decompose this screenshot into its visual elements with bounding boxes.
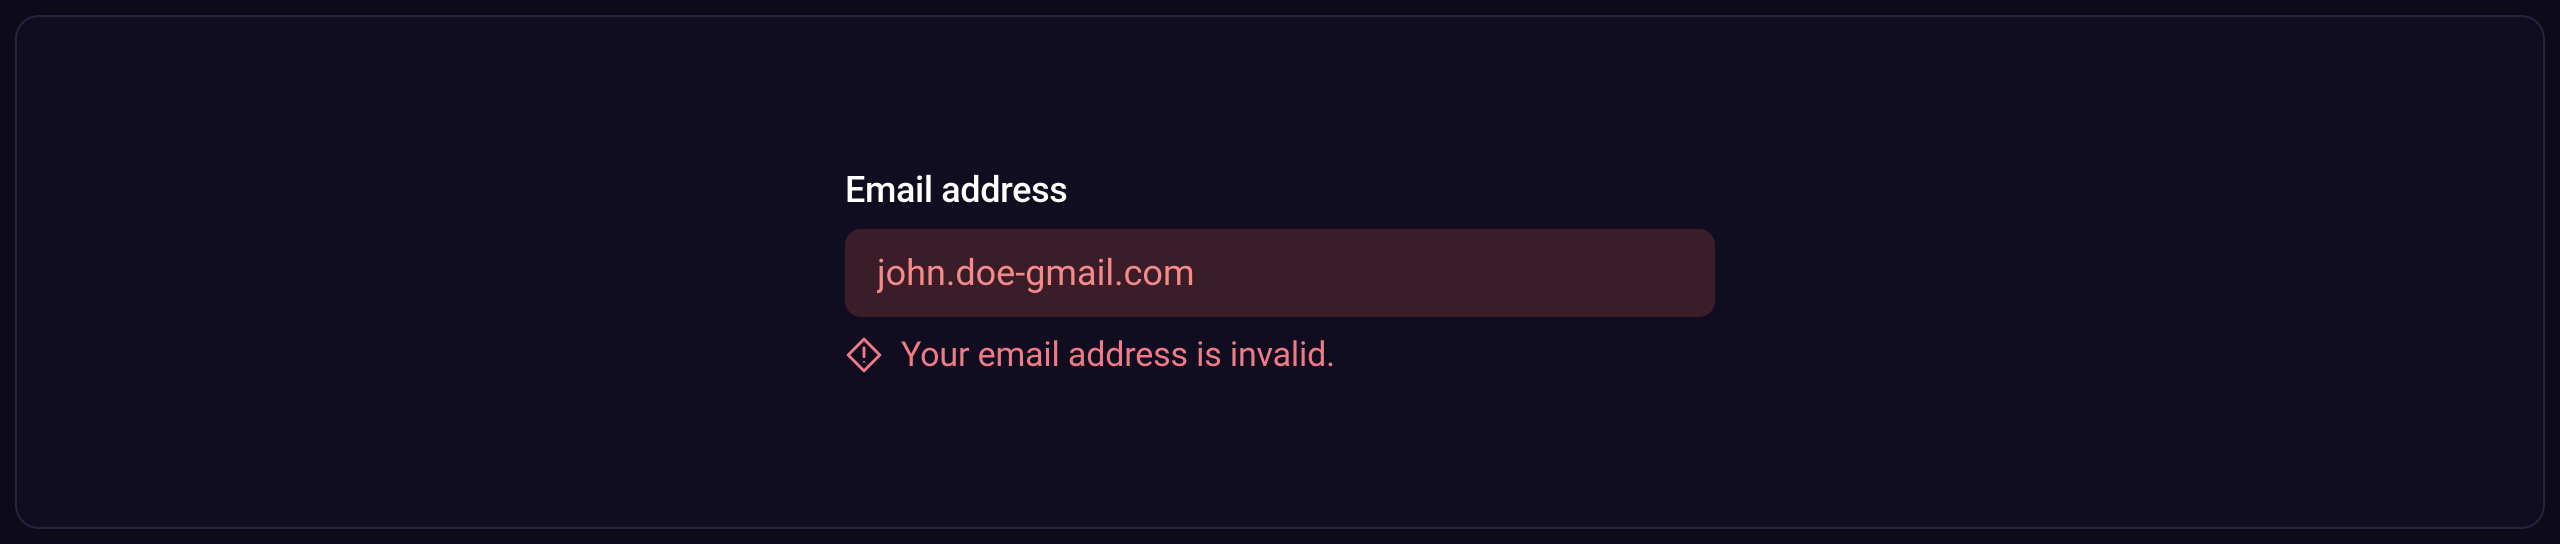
- email-field-group: Email address Your email address is inva…: [845, 169, 1715, 375]
- form-card: Email address Your email address is inva…: [15, 15, 2545, 529]
- warning-diamond-icon: [845, 336, 883, 374]
- email-input-wrapper: [845, 229, 1715, 317]
- email-label: Email address: [845, 169, 1715, 211]
- email-input[interactable]: [845, 229, 1715, 317]
- error-message-text: Your email address is invalid.: [901, 335, 1335, 375]
- error-message-row: Your email address is invalid.: [845, 335, 1715, 375]
